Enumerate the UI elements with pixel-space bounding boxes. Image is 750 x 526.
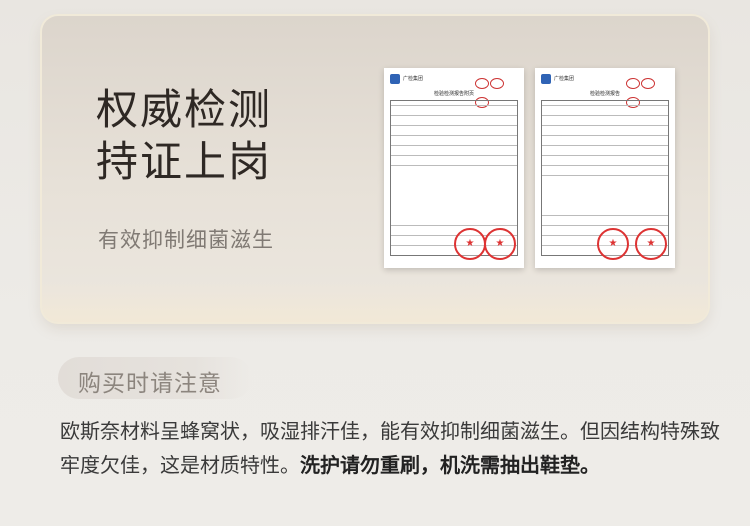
test-report-image: 广检集团 检验检测报告 ★ ★: [535, 68, 675, 268]
report-org: 广检集团: [554, 76, 575, 82]
red-seal-icon: ★: [454, 228, 486, 260]
notice-body: 欧斯奈材料呈蜂窝状，吸湿排汗佳，能有效抑制细菌滋生。但因结构特殊致牢度欠佳，这是…: [60, 414, 720, 482]
accreditation-badges-icon: [625, 74, 669, 108]
report-title: 检验检测报告附页: [433, 91, 474, 97]
group-logo-icon: [390, 74, 400, 84]
report-title: 检验检测报告: [589, 91, 620, 97]
card-title: 权威检测 持证上岗: [96, 85, 273, 186]
red-seal-icon: ★: [635, 228, 667, 260]
red-seal-icon: ★: [597, 228, 629, 260]
accreditation-badges-icon: [474, 74, 518, 108]
group-logo-icon: [541, 74, 551, 84]
test-report-appendix-image: 广检集团 检验检测报告附页 ★ ★: [384, 68, 524, 268]
notice-text-bold: 洗护请勿重刷，机洗需抽出鞋垫。: [300, 453, 600, 477]
notice-heading: 购买时请注意: [78, 371, 222, 397]
red-seal-icon: ★: [484, 228, 516, 260]
card-subtitle: 有效抑制细菌滋生: [98, 228, 274, 252]
report-org: 广检集团: [403, 76, 424, 82]
